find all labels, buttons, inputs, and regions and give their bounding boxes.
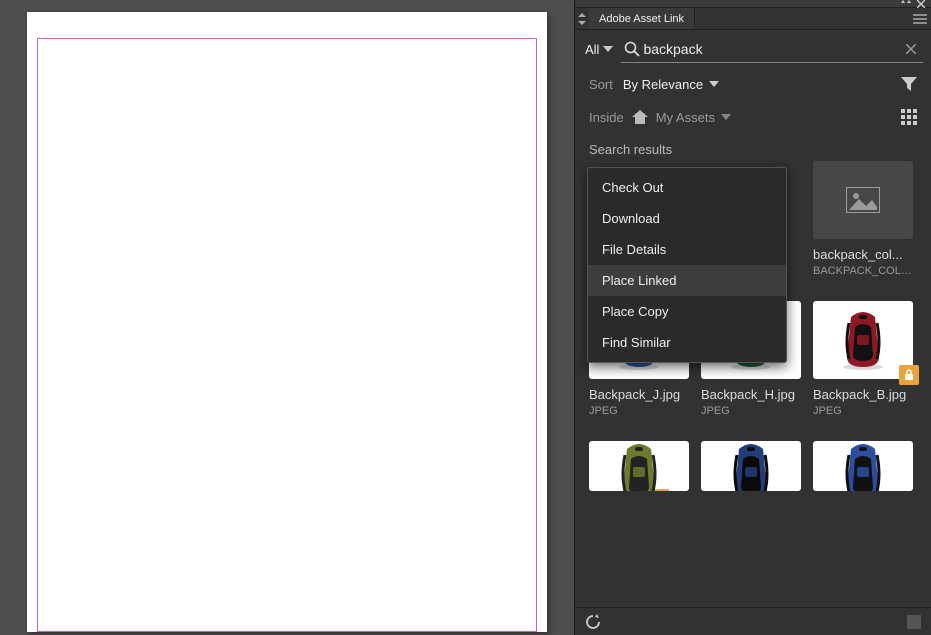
filter-button[interactable] bbox=[901, 77, 917, 91]
chevron-down-icon bbox=[721, 114, 731, 120]
search-scope-dropdown[interactable]: All bbox=[583, 42, 615, 57]
asset-thumb[interactable] bbox=[701, 441, 801, 491]
resize-handle[interactable] bbox=[907, 615, 921, 629]
clear-search-button[interactable] bbox=[899, 44, 923, 54]
sort-row: Sort By Relevance bbox=[575, 68, 931, 100]
search-field-wrap bbox=[621, 35, 923, 63]
asset-type: JPEG bbox=[589, 405, 689, 417]
search-results-heading: Search results bbox=[575, 134, 931, 161]
location-dropdown[interactable]: My Assets bbox=[656, 110, 731, 125]
panel-tab-row: Adobe Asset Link bbox=[575, 8, 931, 30]
document-canvas-area bbox=[0, 0, 574, 635]
search-input[interactable] bbox=[643, 41, 899, 57]
asset-type: JPEG bbox=[701, 405, 801, 417]
asset-thumb[interactable] bbox=[589, 441, 689, 491]
chevron-down-icon bbox=[709, 81, 719, 87]
context-menu-item[interactable]: Check Out bbox=[588, 172, 786, 203]
lock-icon bbox=[899, 365, 919, 385]
sort-label: Sort bbox=[589, 77, 613, 92]
asset-link-panel: Adobe Asset Link All bbox=[574, 0, 931, 635]
asset-card[interactable] bbox=[589, 441, 689, 491]
context-menu-item[interactable]: Place Copy bbox=[588, 296, 786, 327]
panel-footer bbox=[575, 607, 931, 635]
panel-chrome bbox=[575, 0, 931, 8]
asset-name: Backpack_J.jpg bbox=[589, 387, 689, 402]
asset-name: Backpack_H.jpg bbox=[701, 387, 801, 402]
asset-name: backpack_col... bbox=[813, 247, 913, 262]
collapse-icon[interactable] bbox=[901, 0, 911, 8]
asset-thumb[interactable] bbox=[813, 301, 913, 379]
context-menu-item[interactable]: File Details bbox=[588, 234, 786, 265]
sort-dropdown[interactable]: By Relevance bbox=[623, 77, 719, 92]
search-icon bbox=[621, 41, 643, 57]
grid-view-button[interactable] bbox=[901, 109, 917, 125]
asset-type: JPEG bbox=[813, 405, 913, 417]
panel-cycle-icon[interactable] bbox=[575, 8, 589, 29]
chevron-down-icon bbox=[603, 46, 613, 52]
home-icon[interactable] bbox=[632, 110, 648, 124]
asset-context-menu: Check OutDownloadFile DetailsPlace Linke… bbox=[587, 167, 787, 363]
asset-name: Backpack_B.jpg bbox=[813, 387, 913, 402]
context-menu-item[interactable]: Place Linked bbox=[588, 265, 786, 296]
close-icon[interactable] bbox=[917, 0, 925, 8]
asset-thumb[interactable] bbox=[813, 441, 913, 491]
asset-card[interactable]: backpack_col... BACKPACK_COLORS bbox=[813, 161, 913, 277]
app-root: Adobe Asset Link All bbox=[0, 0, 931, 635]
panel-menu-button[interactable] bbox=[909, 8, 931, 29]
layout-frame[interactable] bbox=[37, 38, 537, 632]
context-menu-item[interactable]: Download bbox=[588, 203, 786, 234]
asset-thumb-placeholder[interactable] bbox=[813, 161, 913, 239]
status-chip bbox=[655, 489, 669, 491]
search-row: All bbox=[575, 30, 931, 68]
context-menu-item[interactable]: Find Similar bbox=[588, 327, 786, 358]
asset-card[interactable] bbox=[701, 441, 801, 491]
path-row: Inside My Assets bbox=[575, 100, 931, 134]
panel-title: Adobe Asset Link bbox=[599, 13, 684, 25]
document-page[interactable] bbox=[27, 12, 547, 632]
search-scope-label: All bbox=[585, 42, 599, 57]
refresh-button[interactable] bbox=[585, 614, 601, 630]
panel-tab-asset-link[interactable]: Adobe Asset Link bbox=[589, 8, 695, 29]
asset-card[interactable] bbox=[813, 441, 913, 491]
inside-label: Inside bbox=[589, 110, 624, 125]
location-label: My Assets bbox=[656, 110, 715, 125]
asset-card[interactable]: Backpack_B.jpg JPEG bbox=[813, 301, 913, 417]
asset-type: BACKPACK_COLORS bbox=[813, 265, 913, 277]
sort-value: By Relevance bbox=[623, 77, 703, 92]
